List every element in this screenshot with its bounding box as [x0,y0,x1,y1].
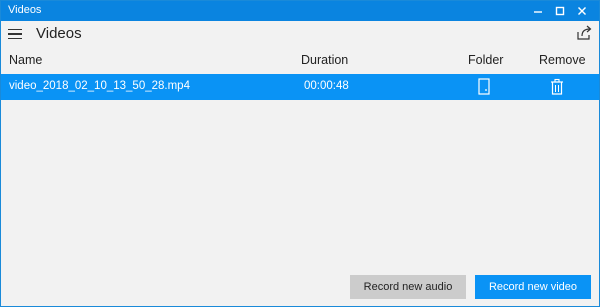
window-title: Videos [8,4,42,16]
folder-icon[interactable] [476,77,492,97]
hamburger-icon[interactable] [6,24,26,44]
record-video-button[interactable]: Record new video [475,275,591,299]
maximize-icon[interactable] [550,1,570,21]
app-bar: Videos [1,21,599,48]
table-row[interactable]: video_2018_02_10_13_50_28.mp4 00:00:48 [1,74,599,100]
app-window: Videos Videos Name Duration Folder Remov… [0,0,600,307]
minimize-icon[interactable] [528,1,548,21]
video-file-name: video_2018_02_10_13_50_28.mp4 [9,80,190,92]
share-icon[interactable] [575,24,593,42]
column-header-name[interactable]: Name [9,53,42,67]
table-header: Name Duration Folder Remove [1,53,599,70]
record-audio-button[interactable]: Record new audio [350,275,466,299]
trash-icon[interactable] [549,78,565,96]
column-header-duration[interactable]: Duration [301,53,348,67]
page-title: Videos [36,25,82,42]
column-header-folder: Folder [468,53,504,67]
close-icon[interactable] [572,1,592,21]
column-header-remove: Remove [539,53,586,67]
video-duration: 00:00:48 [304,80,349,92]
title-bar: Videos [1,1,599,21]
